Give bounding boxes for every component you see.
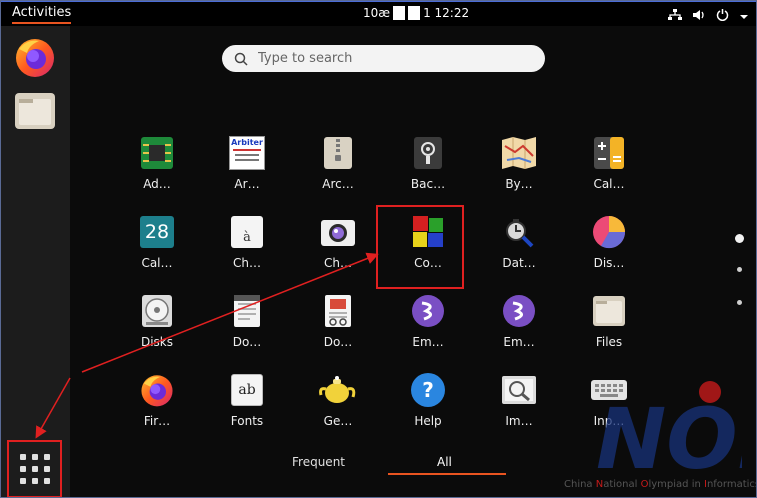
tab-all[interactable]: All	[437, 455, 452, 469]
page-indicator[interactable]	[737, 267, 742, 272]
page-indicator-active[interactable]	[735, 234, 744, 243]
tab-active-underline	[388, 473, 506, 475]
tab-frequent[interactable]: Frequent	[292, 455, 345, 469]
noi-logo: NOI	[596, 381, 742, 478]
watermark-caption: China National Olympiad in Informatics	[564, 479, 757, 490]
svg-text:NOI: NOI	[596, 390, 742, 478]
page-indicator[interactable]	[737, 300, 742, 305]
